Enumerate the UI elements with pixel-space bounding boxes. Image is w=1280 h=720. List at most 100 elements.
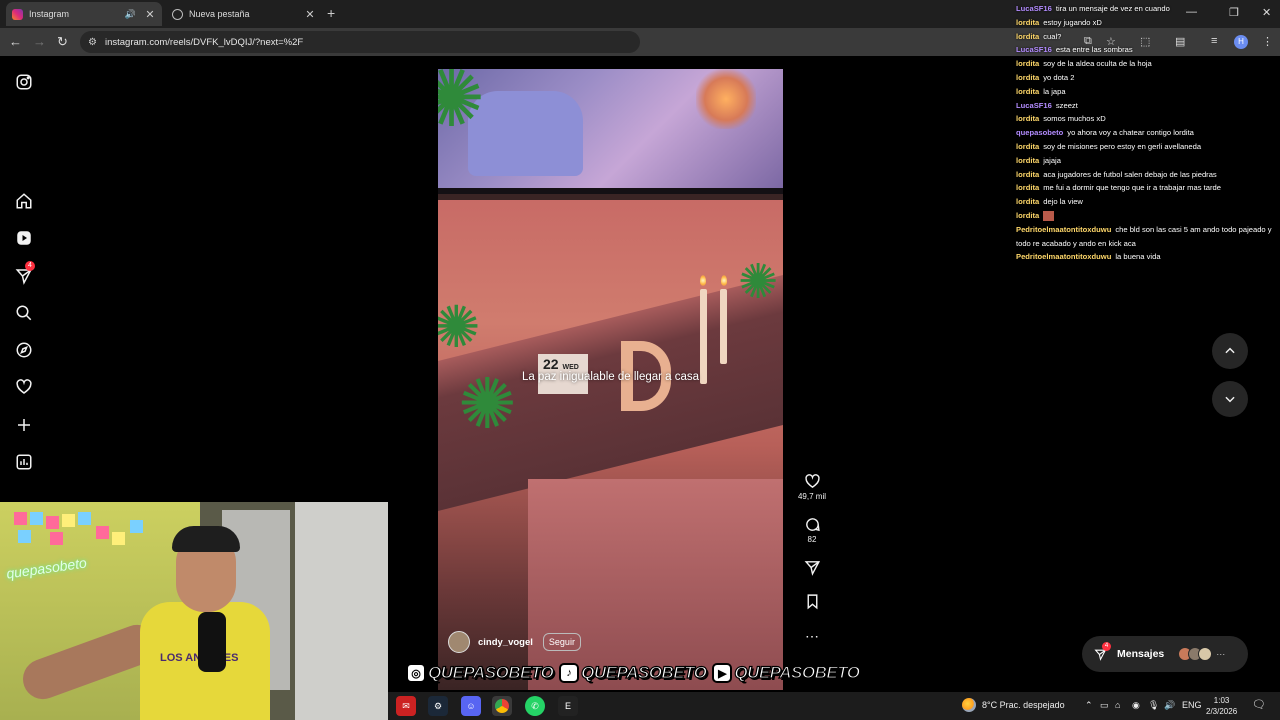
avatar xyxy=(1198,647,1213,661)
volume-icon[interactable]: 🔊 xyxy=(1164,700,1175,711)
heart-icon xyxy=(804,474,820,489)
home-icon[interactable] xyxy=(14,191,34,211)
chat-username: lordita xyxy=(1016,197,1040,207)
stream-chat-overlay: LucaSF16 tira un mensaje de vez en cuando… xyxy=(1016,2,1280,264)
windows-taskbar: ✉ ⚙ ☺ ✆ E xyxy=(388,692,1280,720)
messages-badge: 4 xyxy=(25,261,35,271)
next-reel-button[interactable] xyxy=(1212,381,1248,417)
chat-username: lordita xyxy=(1016,210,1040,220)
handle-instagram: ◎ QUEPASOBETO xyxy=(406,662,554,683)
more-options-icon[interactable]: ⋯ xyxy=(796,628,828,645)
reel-video[interactable]: ✺ ✺ ✺ ✺ 22 WED La paz inigualable de lle… xyxy=(438,69,783,690)
webcam-overlay: quepasobeto LOS ANGELES xyxy=(0,502,388,720)
weather-widget[interactable]: 8°C Prac. despejado xyxy=(962,698,1065,712)
chat-username: quepasobeto xyxy=(1016,128,1064,138)
comment-count: 82 xyxy=(807,535,817,544)
chrome-app-icon[interactable] xyxy=(492,696,512,716)
notifications-icon[interactable] xyxy=(14,377,34,397)
new-tab-icon[interactable]: + xyxy=(327,5,335,21)
chat-username: LucaSF16 xyxy=(1016,100,1052,110)
follow-button[interactable]: Seguir xyxy=(542,633,581,651)
chat-text: cual? xyxy=(1043,31,1062,41)
reel-author: cindy_vogel Seguir xyxy=(448,631,581,653)
system-clock[interactable]: 1:03 2/3/2026 xyxy=(1206,695,1237,717)
mail-app-icon[interactable]: ✉ xyxy=(396,696,416,716)
chat-message: LucaSF16 esta entre las sombras xyxy=(1016,43,1280,57)
url-text: instagram.com/reels/DVFK_lvDQIJ/?next=%2… xyxy=(104,36,304,48)
instagram-icon: ◎ xyxy=(406,663,426,683)
more-icon: ⋯ xyxy=(1216,648,1226,659)
chat-text: aca jugadores de futbol salen debajo de … xyxy=(1043,169,1217,179)
address-bar[interactable]: ⚙ instagram.com/reels/DVFK_lvDQIJ/?next=… xyxy=(80,31,640,53)
chat-message: LucaSF16 tira un mensaje de vez en cuando xyxy=(1016,2,1280,16)
comment-icon xyxy=(805,518,820,532)
handle-youtube: ▶ QUEPASOBETO xyxy=(712,662,861,683)
tab-label: Instagram xyxy=(29,9,70,19)
author-avatar[interactable] xyxy=(448,631,470,653)
chat-username: LucaSF16 xyxy=(1016,45,1052,55)
search-icon[interactable] xyxy=(14,303,34,323)
weather-text: 8°C Prac. despejado xyxy=(982,700,1065,710)
show-hidden-icons-icon[interactable]: ⌃ xyxy=(1085,700,1093,711)
create-icon[interactable] xyxy=(14,415,34,435)
epic-games-app-icon[interactable]: E xyxy=(558,696,578,716)
tab-new-tab[interactable]: Nueva pestaña ✕ xyxy=(166,2,322,26)
comment-button[interactable]: 82 xyxy=(796,516,828,544)
youtube-icon: ▶ xyxy=(712,663,733,683)
close-tab-icon[interactable]: ✕ xyxy=(144,8,156,21)
messages-badge: 4 xyxy=(1102,642,1111,651)
network-icon[interactable]: ⌂ xyxy=(1115,700,1120,710)
chat-username: Pedritoelmaatontitoxduwu xyxy=(1016,252,1112,262)
microphone-icon[interactable]: 🎙 xyxy=(1148,700,1159,711)
chat-text: soy de la aldea oculta de la hoja xyxy=(1043,59,1152,69)
chat-message: lordita estoy jugando xD xyxy=(1016,16,1280,30)
instagram-favicon-icon xyxy=(12,8,23,20)
chat-message: lordita me fui a dormir que tengo que ir … xyxy=(1016,181,1280,195)
chat-username: lordita xyxy=(1016,59,1040,69)
tab-instagram[interactable]: Instagram 🔊 ✕ xyxy=(6,2,162,26)
notifications-center-icon[interactable]: 🗨 xyxy=(1252,698,1266,711)
tab-label: Nueva pestaña xyxy=(189,9,250,19)
author-username[interactable]: cindy_vogel xyxy=(478,637,533,648)
language-indicator[interactable]: ENG xyxy=(1182,700,1202,710)
like-button[interactable]: 49,7 mil xyxy=(796,473,828,501)
share-button[interactable] xyxy=(796,559,828,576)
messages-pill[interactable]: 4 Mensajes ⋯ xyxy=(1082,636,1248,672)
chat-username: lordita xyxy=(1016,155,1040,165)
instagram-logo-icon[interactable] xyxy=(14,72,34,92)
chat-message: lordita la japa xyxy=(1016,85,1280,99)
tray-app-icon[interactable]: ◉ xyxy=(1132,700,1140,711)
steam-app-icon[interactable]: ⚙ xyxy=(428,696,448,716)
chat-text: tira un mensaje de vez en cuando xyxy=(1055,4,1170,13)
speaker-icon[interactable]: 🔊 xyxy=(125,9,136,20)
back-icon[interactable]: ← xyxy=(9,34,22,49)
chat-message: lordita aca jugadores de futbol salen deb… xyxy=(1016,168,1280,182)
chat-text: somos muchos xD xyxy=(1043,114,1106,124)
chat-message: quepasobeto yo ahora voy a chatear contig… xyxy=(1016,126,1280,140)
reel-overlay-text: La paz inigualable de llegar a casa xyxy=(521,371,700,383)
chat-username: lordita xyxy=(1016,169,1040,179)
reels-icon[interactable] xyxy=(14,228,34,248)
close-tab-icon[interactable]: ✕ xyxy=(304,8,316,21)
save-button[interactable] xyxy=(796,593,828,610)
chat-text: me fui a dormir que tengo que ir a traba… xyxy=(1043,183,1221,193)
chat-text: jajaja xyxy=(1043,155,1061,165)
site-info-icon[interactable]: ⚙ xyxy=(88,37,97,48)
forward-icon[interactable]: → xyxy=(33,34,46,49)
tray-app-icon[interactable]: ▭ xyxy=(1100,700,1109,711)
reload-icon[interactable]: ↻ xyxy=(57,34,68,50)
dashboard-icon[interactable] xyxy=(14,452,34,472)
chat-message: lordita soy de misiones pero estoy en ger… xyxy=(1016,140,1280,154)
chat-text: esta entre las sombras xyxy=(1055,45,1133,55)
messages-icon[interactable]: 4 xyxy=(14,261,35,286)
chat-text: yo ahora voy a chatear contigo lordita xyxy=(1067,128,1194,138)
explore-icon[interactable] xyxy=(14,340,34,360)
messages-label: Mensajes xyxy=(1117,648,1165,660)
whatsapp-app-icon[interactable]: ✆ xyxy=(525,696,545,716)
discord-app-icon[interactable]: ☺ xyxy=(461,696,481,716)
previous-reel-button[interactable] xyxy=(1212,333,1248,369)
chat-message: lordita yo dota 2 xyxy=(1016,71,1280,85)
chat-message: lordita cual? xyxy=(1016,30,1280,44)
chat-username: lordita xyxy=(1016,114,1040,124)
chat-username: lordita xyxy=(1016,31,1040,41)
